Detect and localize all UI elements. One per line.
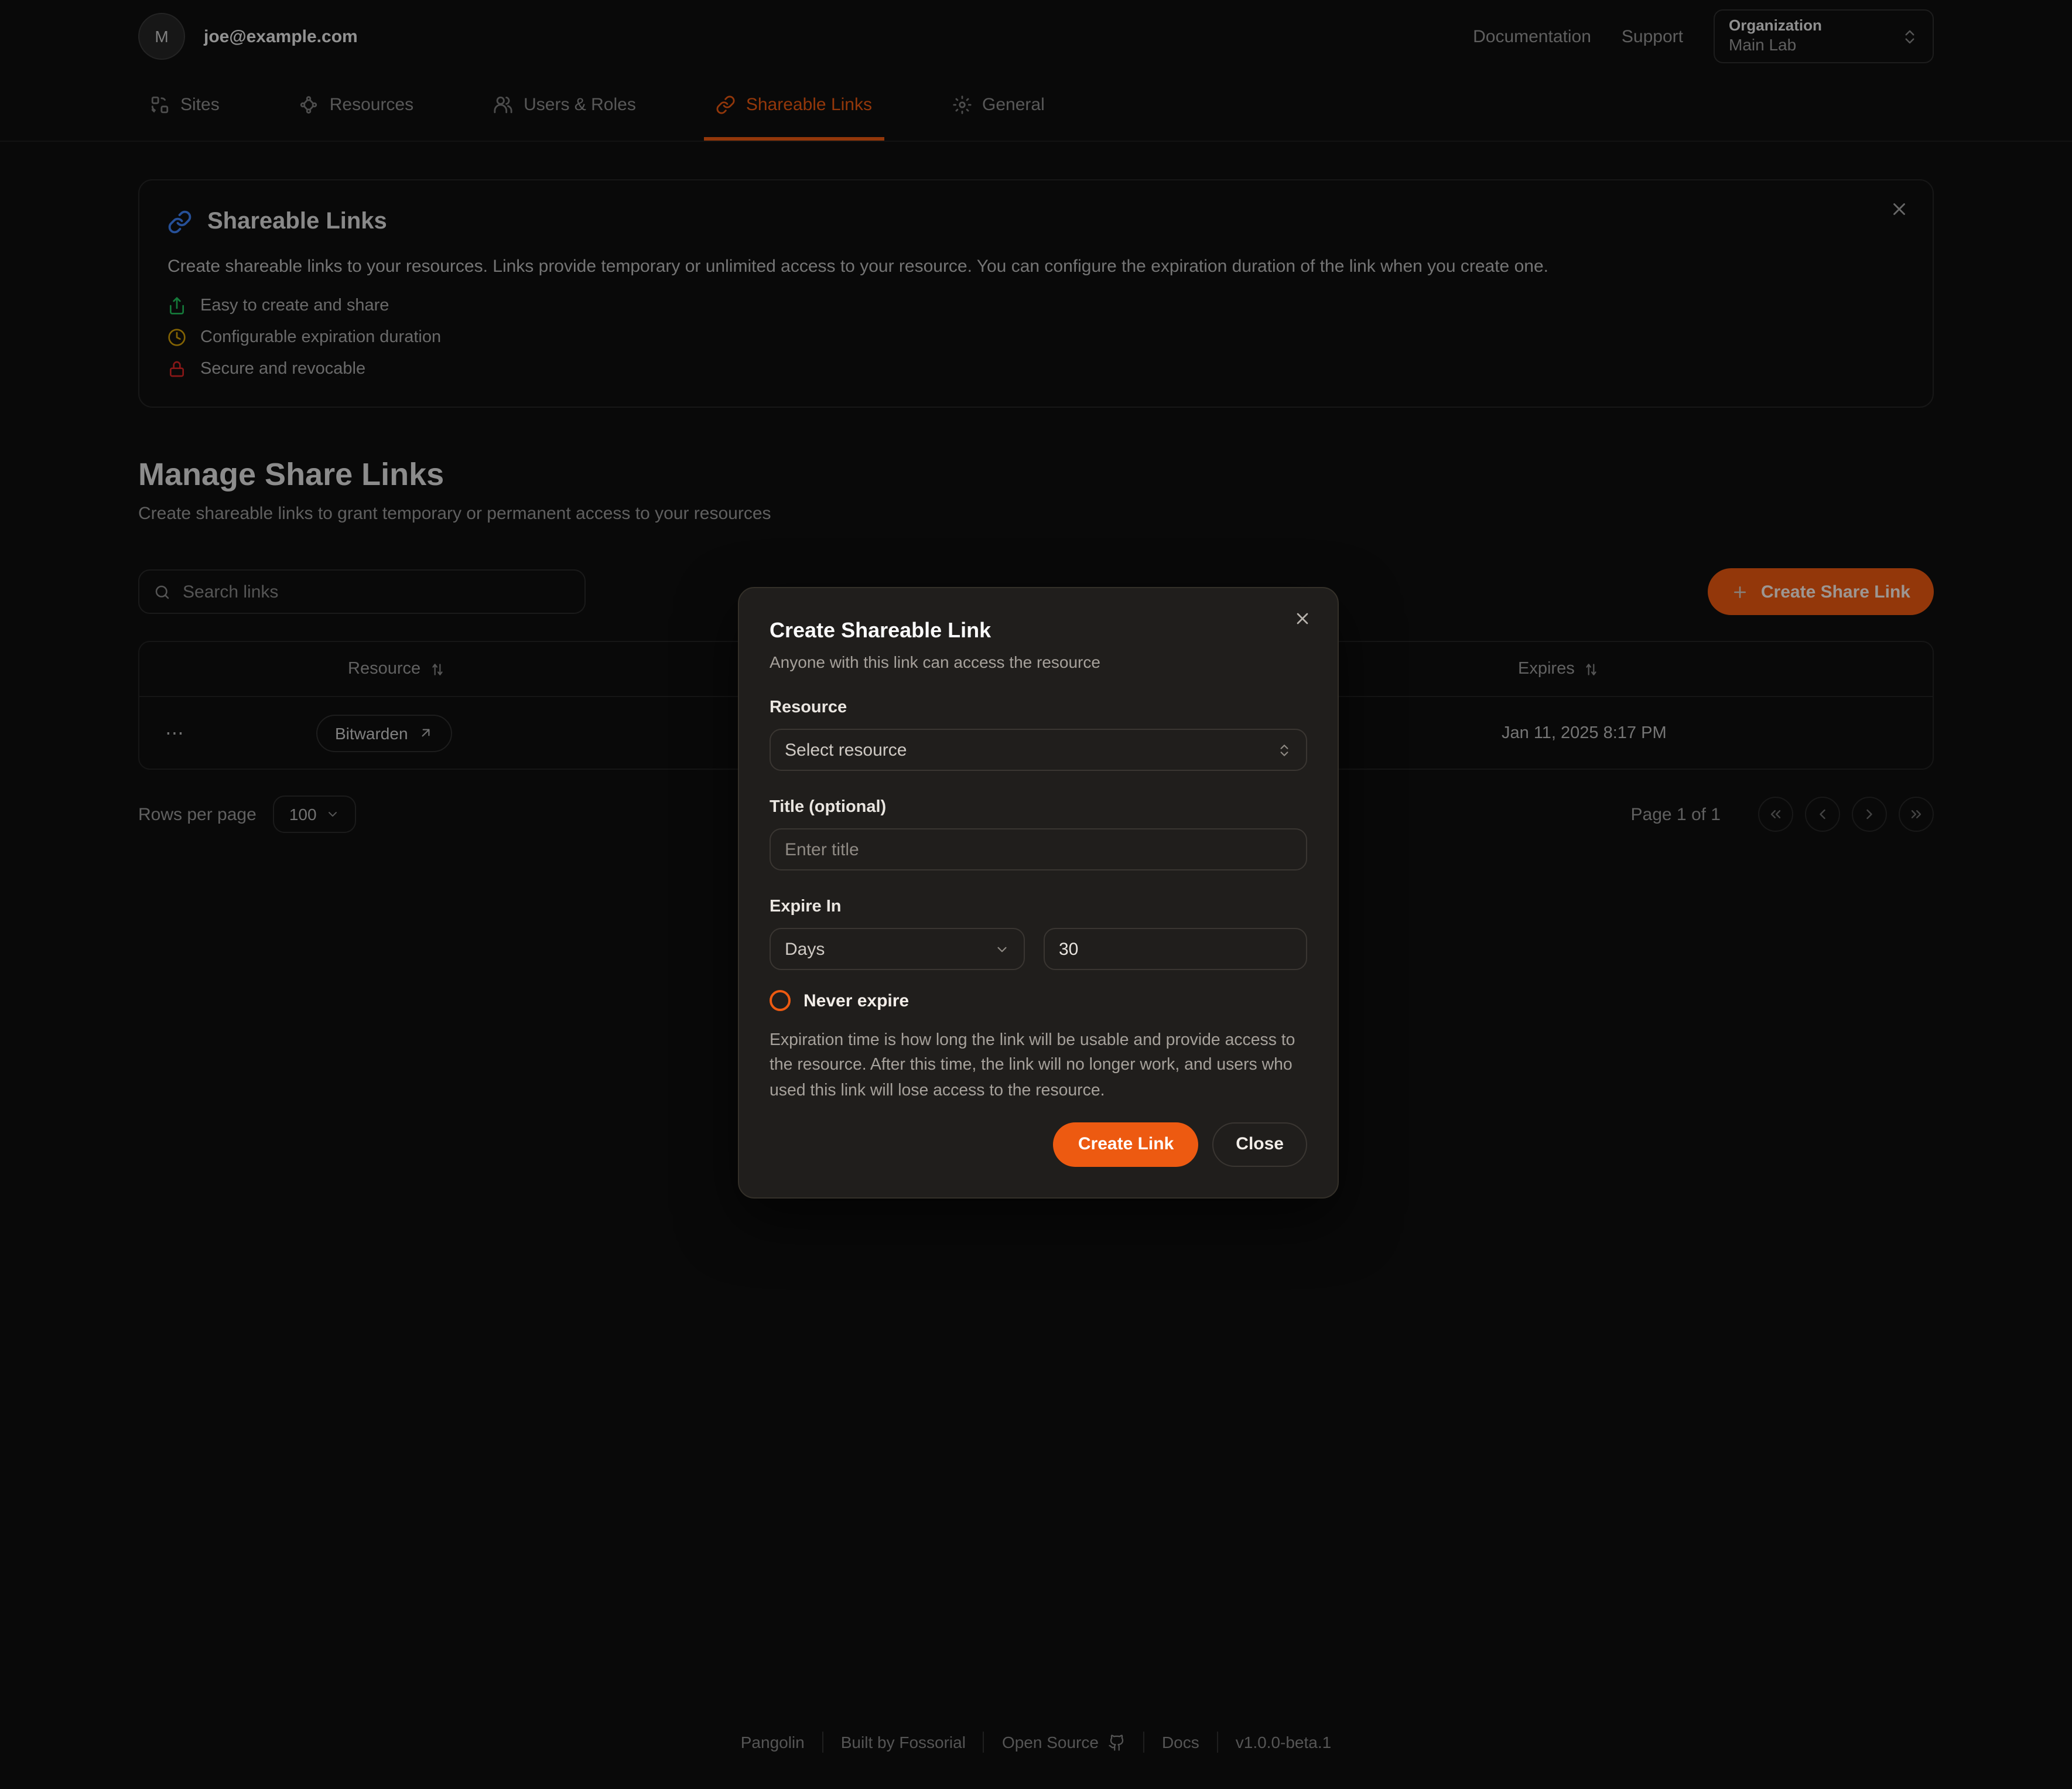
expire-unit-value: Days	[785, 939, 825, 959]
expire-value-input[interactable]	[1059, 939, 1292, 959]
expire-unit-select[interactable]: Days	[770, 928, 1025, 970]
expiration-help-text: Expiration time is how long the link wil…	[770, 1029, 1307, 1104]
chevron-down-icon	[994, 941, 1010, 957]
title-input[interactable]	[785, 839, 1292, 859]
dialog-subtitle: Anyone with this link can access the res…	[770, 653, 1307, 671]
resource-select[interactable]: Select resource	[770, 729, 1307, 771]
dialog-title: Create Shareable Link	[770, 619, 1307, 643]
dialog-close-icon[interactable]	[1293, 609, 1312, 628]
create-shareable-link-dialog: Create Shareable Link Anyone with this l…	[738, 587, 1339, 1199]
title-field	[770, 828, 1307, 870]
expire-value-field	[1044, 928, 1307, 970]
chevrons-up-down-icon	[1277, 742, 1292, 757]
title-field-label: Title (optional)	[770, 798, 1307, 817]
create-link-button[interactable]: Create Link	[1054, 1122, 1198, 1167]
resource-select-placeholder: Select resource	[785, 740, 907, 760]
never-expire-label: Never expire	[804, 991, 909, 1010]
close-button[interactable]: Close	[1212, 1122, 1307, 1167]
never-expire-option[interactable]: Never expire	[770, 990, 1307, 1011]
app-root: M joe@example.com Documentation Support …	[0, 0, 2072, 1789]
radio-unchecked-icon	[770, 990, 791, 1011]
expire-in-label: Expire In	[770, 897, 1307, 916]
resource-field-label: Resource	[770, 698, 1307, 717]
